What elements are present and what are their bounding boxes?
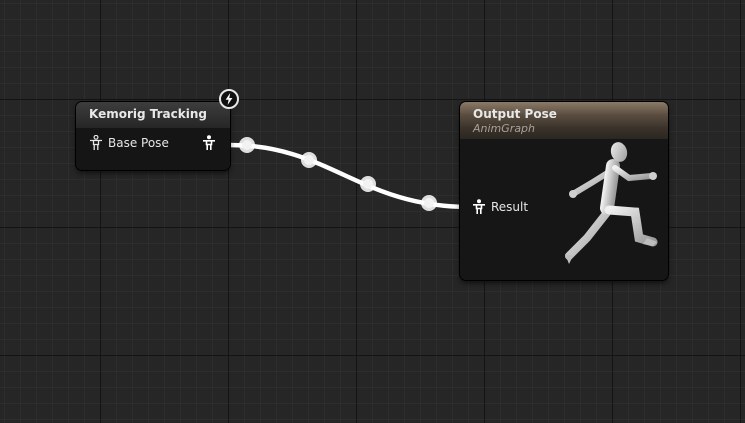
wire-reroute-point-core [424, 198, 434, 208]
pose-pin-icon [473, 199, 485, 214]
node-subtitle: AnimGraph [473, 122, 536, 135]
result-label: Result [491, 200, 529, 214]
node-header: Output Pose AnimGraph [460, 102, 668, 139]
base-pose-input-pin[interactable]: Base Pose [89, 135, 169, 151]
wire-reroute-point-core [242, 140, 252, 150]
node-title: Output Pose [473, 107, 557, 121]
wire-reroute-point-core [363, 179, 373, 189]
kemorig-tracking-node[interactable]: Kemorig Tracking Base Pose [76, 102, 230, 170]
result-input-pin[interactable]: Result [472, 199, 528, 215]
pose-pin-icon [203, 135, 215, 150]
base-pose-label: Base Pose [108, 136, 169, 150]
lightning-icon [219, 89, 239, 109]
pose-output-pin[interactable] [202, 135, 216, 151]
running-mannequin-icon [565, 142, 658, 264]
wire-reroute-point-core [304, 155, 314, 165]
pose-pin-icon [90, 135, 102, 150]
node-title: Kemorig Tracking [76, 102, 230, 128]
